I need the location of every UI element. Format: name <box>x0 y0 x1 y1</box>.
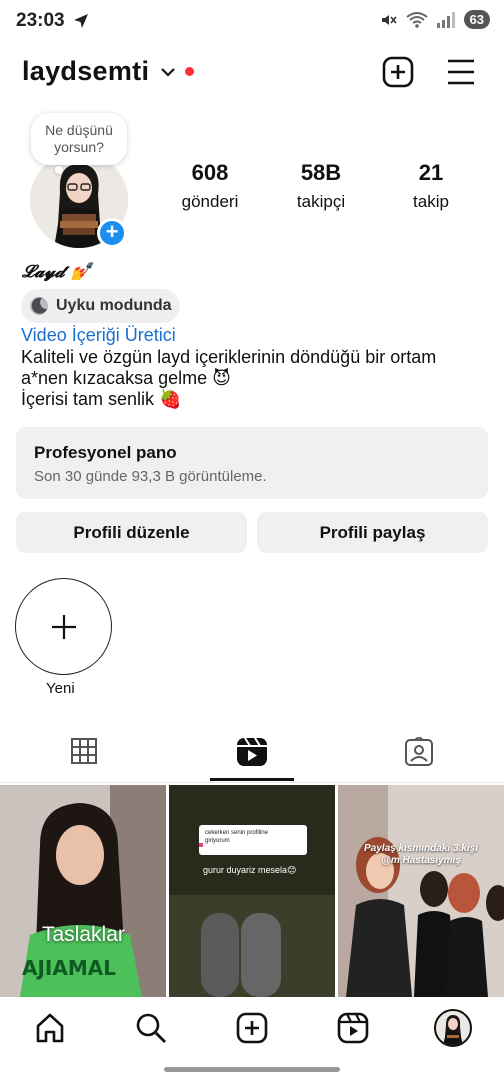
reels-icon <box>237 737 267 766</box>
grid-item-drafts[interactable]: AJIAMAL Taslaklar <box>0 785 166 997</box>
stat-followers-label: takipçi <box>296 192 346 211</box>
reel-3-caption-line1: Paylaş kısmındaki 3.kişi <box>364 843 478 854</box>
status-bar: 23:03 63 <box>0 0 504 44</box>
menu-icon[interactable] <box>446 58 476 86</box>
search-icon[interactable] <box>135 1012 167 1044</box>
stat-posts-label: gönderi <box>181 192 239 211</box>
wifi-icon <box>405 11 428 28</box>
svg-text:AJIAMAL: AJIAMAL <box>22 956 116 980</box>
reels-nav-icon[interactable] <box>337 1012 369 1044</box>
reel-2-caption-line1: cekerken senin profiline <box>205 830 269 836</box>
bio-text: Kaliteli ve özgün layd içeriklerinin dön… <box>21 347 491 410</box>
bio-line-1: Kaliteli ve özgün layd içeriklerinin dön… <box>21 347 437 367</box>
note-bubble[interactable]: Ne düşünü yorsun? <box>31 113 127 165</box>
profile-category[interactable]: Video İçeriği Üretici <box>21 325 176 346</box>
plus-icon <box>52 615 76 639</box>
tagged-icon <box>405 737 433 766</box>
note-tail-dot <box>55 166 63 174</box>
stat-following[interactable]: 21 takip <box>406 160 456 212</box>
stat-following-value: 21 <box>418 160 444 185</box>
edit-profile-button[interactable]: Profili düzenle <box>16 512 247 553</box>
status-chip[interactable]: Uyku modunda <box>21 289 180 323</box>
tab-posts-grid[interactable] <box>0 725 168 783</box>
home-indicator <box>164 1067 340 1072</box>
pro-dashboard-title: Profesyonel pano <box>34 443 177 462</box>
drafts-thumbnail: AJIAMAL <box>0 785 166 997</box>
chevron-down-icon[interactable] <box>160 66 176 78</box>
mute-icon <box>381 14 397 25</box>
grid-item-reel-3[interactable]: Paylaş kısmındaki 3.kişi @m Hastasıymış <box>338 785 504 997</box>
bio-line-3: İçerisi tam senlik 🍓 <box>21 389 182 409</box>
location-arrow-icon <box>74 14 88 28</box>
stat-followers-value: 58B <box>300 160 342 185</box>
stat-posts-value: 608 <box>191 160 229 185</box>
add-post-icon[interactable] <box>382 56 414 88</box>
reels-grid: AJIAMAL Taslaklar cekerken senin profili… <box>0 785 504 997</box>
tab-tagged[interactable] <box>336 725 504 783</box>
reel-2-caption-line2: giriyorum <box>205 838 230 844</box>
status-chip-label: Uyku modunda <box>56 297 172 314</box>
reel-3-thumbnail <box>338 785 504 997</box>
add-story-plus-icon[interactable]: + <box>97 218 127 248</box>
note-text-line2: yorsun? <box>54 139 104 155</box>
reel-2-caption-box: cekerken senin profiline giriyorum <box>205 829 309 845</box>
tab-divider <box>0 782 504 783</box>
profile-content-tabs <box>0 725 504 783</box>
reel-3-caption-line2: @m Hastasıymış <box>381 855 461 866</box>
new-highlight-button[interactable] <box>15 578 112 675</box>
tab-reels[interactable] <box>168 725 336 783</box>
profile-header: laydsemti <box>0 52 504 96</box>
new-highlight-label: Yeni <box>46 680 75 697</box>
grid-icon <box>71 738 97 764</box>
professional-dashboard-card[interactable]: Profesyonel pano Son 30 günde 93,3 B gör… <box>16 427 488 499</box>
reel-2-thumbnail <box>169 785 335 997</box>
share-profile-button[interactable]: Profili paylaş <box>257 512 488 553</box>
profile-avatar-nav[interactable] <box>434 1009 472 1047</box>
reel-3-caption: Paylaş kısmındaki 3.kişi @m Hastasıymış <box>338 843 504 867</box>
reel-2-overlay-text: gurur duyariz mesela😊 <box>203 865 297 875</box>
stat-following-label: takip <box>413 192 449 211</box>
profile-display-name: 𝓛𝓪𝔂𝓭 💅 <box>22 262 92 282</box>
create-icon[interactable] <box>236 1012 268 1044</box>
note-text-line1: Ne düşünü <box>45 122 113 138</box>
signal-icon <box>436 11 455 28</box>
active-tab-indicator <box>210 778 294 781</box>
profile-avatar-nav-image <box>443 1015 463 1045</box>
bio-line-2: a*nen kızacaksa gelme 😈 <box>21 368 231 388</box>
home-icon[interactable] <box>34 1012 66 1044</box>
battery-indicator: 63 <box>463 10 490 29</box>
moon-icon <box>30 297 48 315</box>
stat-posts[interactable]: 608 gönderi <box>176 160 244 212</box>
username[interactable]: laydsemti <box>22 56 149 87</box>
status-time: 23:03 <box>16 10 65 31</box>
drafts-label: Taslaklar <box>42 923 125 946</box>
grid-item-reel-2[interactable]: cekerken senin profiline giriyorum gurur… <box>169 785 335 997</box>
stat-followers[interactable]: 58B takipçi <box>288 160 354 212</box>
notification-dot <box>185 67 194 76</box>
pro-dashboard-subtitle: Son 30 günde 93,3 B görüntüleme. <box>34 468 267 485</box>
